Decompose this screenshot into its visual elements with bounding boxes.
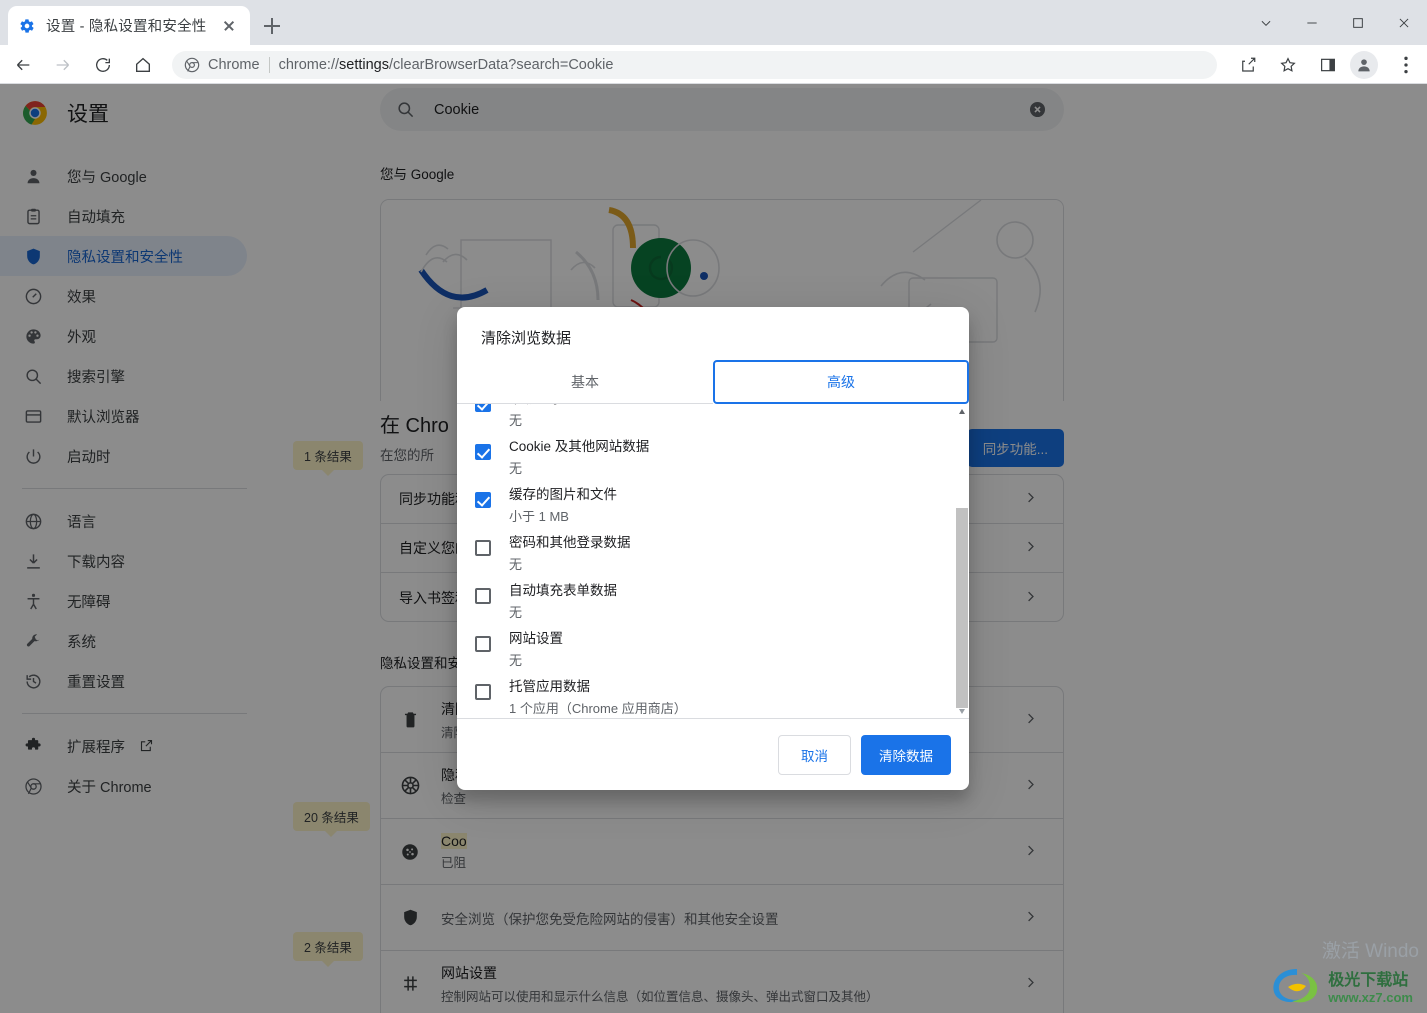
option-sublabel: 无 bbox=[509, 461, 523, 476]
url-suffix: /clearBrowserData?search=Cookie bbox=[389, 56, 614, 73]
checkbox-unchecked-icon[interactable] bbox=[475, 540, 491, 556]
url-bold-part: settings bbox=[339, 56, 389, 73]
option-label: 密码和其他登录数据 bbox=[509, 535, 631, 550]
option-sublabel: 无 bbox=[509, 653, 523, 668]
chrome-logo-icon bbox=[184, 57, 200, 73]
new-tab-button[interactable] bbox=[258, 12, 286, 40]
close-window-icon[interactable] bbox=[1381, 0, 1427, 45]
url-prefix: chrome:// bbox=[278, 56, 340, 73]
browser-window: 设置 - 隐私设置和安全性 Chrome chrome://settings/c… bbox=[0, 0, 1427, 1013]
browser-toolbar: Chrome chrome://settings/clearBrowserDat… bbox=[0, 45, 1427, 84]
tab-basic[interactable]: 基本 bbox=[457, 360, 713, 404]
options-scroll-area: 下载记录 无 Cookie 及其他网站数据 无 缓存的图片和文件 小于 1 bbox=[457, 404, 955, 718]
address-bar[interactable]: Chrome chrome://settings/clearBrowserDat… bbox=[172, 50, 1217, 79]
windows-activation-watermark: 激活 Windo bbox=[1321, 941, 1419, 962]
option-label: 下载记录 bbox=[509, 404, 945, 407]
dialog-tabs: 基本 高级 bbox=[457, 360, 969, 404]
option-body: Cookie 及其他网站数据 无 bbox=[509, 430, 945, 477]
option-sublabel: 小于 1 MB bbox=[509, 509, 569, 524]
option-sublabel: 无 bbox=[509, 413, 523, 428]
option-label: 自动填充表单数据 bbox=[509, 583, 617, 598]
site-watermark-url: www.xz7.com bbox=[1328, 989, 1413, 1005]
share-icon[interactable] bbox=[1231, 48, 1265, 82]
checkbox-checked-icon[interactable] bbox=[475, 404, 491, 412]
tab-search-chevron-down-icon[interactable] bbox=[1243, 0, 1289, 45]
cancel-button[interactable]: 取消 bbox=[778, 734, 851, 775]
toolbar-actions bbox=[1225, 48, 1423, 82]
browser-tab[interactable]: 设置 - 隐私设置和安全性 bbox=[8, 6, 250, 45]
checkbox-unchecked-icon[interactable] bbox=[475, 684, 491, 700]
option-body: 密码和其他登录数据 无 bbox=[509, 526, 945, 573]
option-row[interactable]: Cookie 及其他网站数据 无 bbox=[457, 426, 955, 477]
tab-title: 设置 - 隐私设置和安全性 bbox=[46, 19, 207, 35]
option-body: 托管应用数据 1 个应用（Chrome 应用商店） bbox=[509, 670, 945, 717]
dialog-scrollbar[interactable] bbox=[955, 404, 969, 718]
option-row[interactable]: 密码和其他登录数据 无 bbox=[457, 522, 955, 573]
maximize-icon[interactable] bbox=[1335, 0, 1381, 45]
window-controls bbox=[1243, 0, 1427, 45]
option-row[interactable]: 托管应用数据 1 个应用（Chrome 应用商店） bbox=[457, 666, 955, 717]
option-sublabel: 无 bbox=[509, 557, 523, 572]
scrollbar-thumb[interactable] bbox=[956, 508, 968, 708]
dialog-options-list: 下载记录 无 Cookie 及其他网站数据 无 缓存的图片和文件 小于 1 bbox=[457, 404, 969, 718]
minimize-icon[interactable] bbox=[1289, 0, 1335, 45]
omnibox-url: chrome://settings/clearBrowserData?searc… bbox=[279, 57, 614, 73]
option-label: 缓存的图片和文件 bbox=[509, 487, 617, 502]
omnibox-chip-label: Chrome bbox=[208, 56, 260, 73]
back-icon[interactable] bbox=[6, 48, 40, 82]
option-sublabel: 1 个应用（Chrome 应用商店） bbox=[509, 701, 687, 716]
option-row[interactable]: 下载记录 无 bbox=[457, 404, 955, 429]
site-watermark-logo bbox=[1273, 969, 1318, 1003]
forward-icon[interactable] bbox=[46, 48, 80, 82]
option-body: 网站设置 无 bbox=[509, 622, 945, 669]
scroll-up-arrow-icon[interactable] bbox=[955, 404, 969, 418]
reload-icon[interactable] bbox=[86, 48, 120, 82]
dialog-title: 清除浏览数据 bbox=[481, 330, 572, 347]
bookmark-star-icon[interactable] bbox=[1271, 48, 1305, 82]
scroll-down-arrow-icon[interactable] bbox=[955, 704, 969, 718]
settings-gear-icon bbox=[18, 17, 35, 34]
checkbox-unchecked-icon[interactable] bbox=[475, 588, 491, 604]
clear-data-button[interactable]: 清除数据 bbox=[861, 734, 951, 775]
checkbox-checked-icon[interactable] bbox=[475, 444, 491, 460]
option-row[interactable]: 自动填充表单数据 无 bbox=[457, 570, 955, 621]
tab-strip: 设置 - 隐私设置和安全性 bbox=[0, 0, 1427, 45]
option-label: 网站设置 bbox=[509, 631, 563, 646]
clear-browsing-data-dialog: 清除浏览数据 基本 高级 下载记录 无 Cookie 及其他网站数据 bbox=[457, 307, 969, 790]
profile-avatar[interactable] bbox=[1350, 50, 1378, 79]
site-watermark: 极光下载站 www.xz7.com bbox=[1268, 963, 1413, 1007]
home-icon[interactable] bbox=[126, 48, 160, 82]
tab-advanced[interactable]: 高级 bbox=[713, 360, 969, 404]
checkbox-unchecked-icon[interactable] bbox=[475, 636, 491, 652]
side-panel-icon[interactable] bbox=[1311, 48, 1345, 82]
option-sublabel: 无 bbox=[509, 605, 523, 620]
option-label: Cookie 及其他网站数据 bbox=[509, 439, 650, 454]
option-body: 下载记录 无 bbox=[509, 404, 945, 429]
checkbox-checked-icon[interactable] bbox=[475, 492, 491, 508]
option-label: 托管应用数据 bbox=[509, 679, 590, 694]
option-body: 自动填充表单数据 无 bbox=[509, 574, 945, 621]
option-row[interactable]: 网站设置 无 bbox=[457, 618, 955, 669]
more-menu-icon[interactable] bbox=[1389, 48, 1423, 82]
omnibox-separator bbox=[268, 56, 270, 73]
dialog-footer: 取消 清除数据 bbox=[457, 718, 969, 790]
site-watermark-name: 极光下载站 bbox=[1328, 971, 1409, 989]
option-body: 缓存的图片和文件 小于 1 MB bbox=[509, 478, 945, 525]
close-tab-icon[interactable] bbox=[218, 15, 240, 37]
option-row[interactable]: 缓存的图片和文件 小于 1 MB bbox=[457, 474, 955, 525]
